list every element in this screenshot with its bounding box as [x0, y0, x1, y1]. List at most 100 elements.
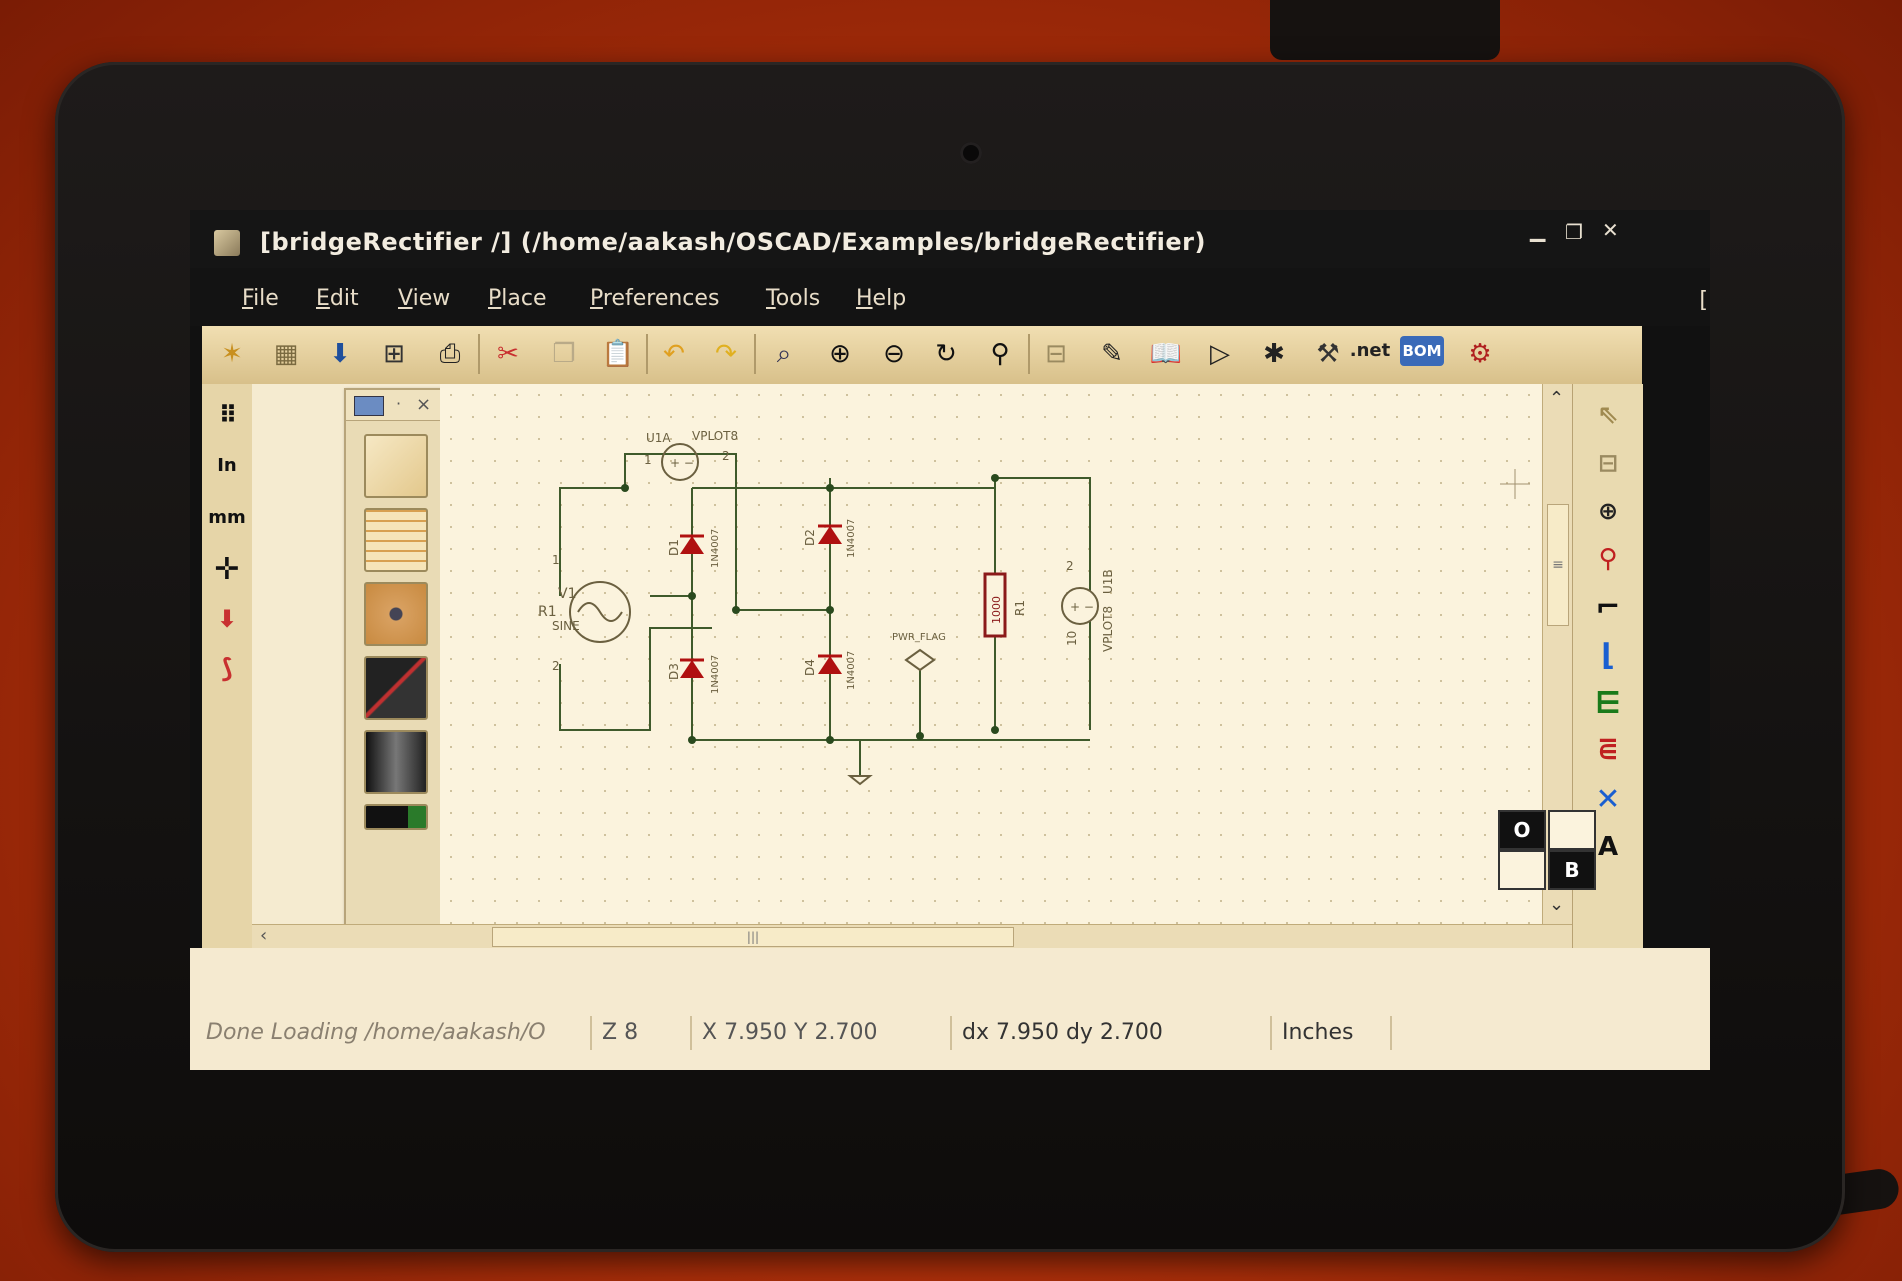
label-pin2-top: 2 — [722, 449, 730, 463]
palette-header: · × — [346, 390, 442, 421]
scroll-thumb[interactable]: ≡ — [1547, 504, 1569, 626]
place-wire-icon[interactable]: ⌐ — [1585, 586, 1631, 628]
cut-icon[interactable]: ✂ — [486, 332, 530, 376]
net-label[interactable]: .net — [1348, 328, 1392, 372]
netlist-icon[interactable]: ⚒ — [1306, 332, 1350, 376]
wire-bus-entry-icon[interactable]: ⋿ — [1585, 682, 1631, 724]
library-editor-icon[interactable]: ✎ — [1090, 332, 1134, 376]
schematic-drawing: + − + − U1A VPLOT8 1 2 V1 R1 SINE 1 2 D1… — [538, 429, 1530, 786]
title-bar: [bridgeRectifier /] (/home/aakash/OSCAD/… — [190, 210, 1710, 268]
palette-menu-icon[interactable]: · — [396, 394, 401, 413]
probe-u1a-plus: + − — [670, 456, 694, 470]
diode-d3 — [680, 660, 704, 678]
new-sheet-icon[interactable]: ▦ — [264, 332, 308, 376]
junction — [688, 592, 696, 600]
grid-toggle-icon[interactable]: ⠿ — [206, 394, 248, 436]
place-bus-icon[interactable]: ⌊ — [1585, 634, 1631, 676]
copy-icon[interactable]: ❐ — [542, 332, 586, 376]
cursor-shape-icon[interactable]: ✛ — [206, 548, 248, 590]
menu-view[interactable]: View — [398, 286, 450, 311]
erc-icon[interactable]: ✱ — [1252, 332, 1296, 376]
camera-icon — [960, 142, 982, 164]
show-pins-icon[interactable]: ⬇ — [206, 598, 248, 640]
hierarchy-nav-icon[interactable]: ⊟ — [1585, 442, 1631, 484]
horizontal-scrollbar[interactable]: ‹ ||| — [252, 924, 1572, 949]
palette-window-icon — [354, 396, 384, 416]
zoom-out-icon[interactable]: ⊖ — [872, 332, 916, 376]
close-button[interactable]: ✕ — [1602, 218, 1619, 242]
restore-button[interactable]: ❐ — [1565, 220, 1583, 244]
bom-label[interactable]: BOM — [1400, 336, 1444, 366]
hscroll-thumb[interactable]: ||| — [492, 927, 1014, 947]
undo-icon[interactable]: ↶ — [652, 332, 696, 376]
junction — [826, 736, 834, 744]
units-inch-button[interactable]: In — [206, 444, 248, 486]
page-settings-icon[interactable]: ⊞ — [372, 332, 416, 376]
redraw-icon[interactable]: ↻ — [924, 332, 968, 376]
annotate-icon[interactable]: ▷ — [1198, 332, 1242, 376]
window-title: [bridgeRectifier /] (/home/aakash/OSCAD/… — [260, 228, 1206, 256]
palette-photo-thumb[interactable] — [364, 730, 428, 794]
label-d4-part: 1N4007 — [846, 651, 857, 690]
find-icon[interactable]: ⌕ — [762, 332, 806, 376]
redo-icon[interactable]: ↷ — [704, 332, 748, 376]
label-u1b-pin10: 10 — [1065, 631, 1079, 646]
cable-top — [1270, 0, 1500, 60]
scroll-down-icon[interactable]: ⌄ — [1549, 894, 1564, 915]
junction — [991, 726, 999, 734]
hierarchy-icon[interactable]: ⊟ — [1034, 332, 1078, 376]
mode-box-empty-top[interactable] — [1548, 810, 1596, 850]
menu-preferences[interactable]: Preferences — [590, 286, 719, 311]
label-u1b-pin2: 2 — [1066, 559, 1074, 573]
status-bar: Done Loading /home/aakash/O Z 8 X 7.950 … — [190, 948, 1710, 1070]
units-mm-button[interactable]: mm — [206, 496, 248, 538]
menu-edit[interactable]: Edit — [316, 286, 359, 311]
side-panel — [252, 384, 344, 948]
toolbar-separator — [646, 334, 648, 374]
zoom-fit-icon[interactable]: ⚲ — [978, 332, 1022, 376]
label-sine: SINE — [552, 619, 580, 633]
diode-d2 — [818, 526, 842, 544]
work-area: ⠿ In mm ✛ ⬇ ⟆ · × + − + − U1A VPLOT8 1 2… — [202, 384, 1643, 949]
junction — [621, 484, 629, 492]
save-icon[interactable]: ⬇ — [318, 332, 362, 376]
label-u1a: U1A — [646, 431, 671, 445]
mode-box-o[interactable]: O — [1498, 810, 1546, 850]
minimize-button[interactable]: ▁ — [1530, 218, 1545, 242]
new-schematic-icon[interactable]: ✶ — [210, 332, 254, 376]
menu-tools[interactable]: Tools — [766, 286, 820, 311]
label-r1-res: R1 — [1013, 600, 1027, 616]
palette-schematic-thumb[interactable] — [364, 434, 428, 498]
menu-file[interactable]: File — [242, 286, 279, 311]
ac-source — [569, 581, 631, 643]
label-d4: D4 — [803, 659, 817, 676]
mode-box-empty-bottom[interactable] — [1498, 850, 1546, 890]
place-component-icon[interactable]: ⊕ — [1585, 490, 1631, 532]
paste-icon[interactable]: 📋 — [596, 332, 640, 376]
schematic-canvas[interactable]: + − + − U1A VPLOT8 1 2 V1 R1 SINE 1 2 D1… — [440, 384, 1542, 924]
pcb-icon[interactable]: ⚙ — [1458, 332, 1502, 376]
scroll-left-icon[interactable]: ‹ — [260, 925, 267, 946]
bus-bus-entry-icon[interactable]: ⋷ — [1585, 730, 1631, 772]
menu-bar: File Edit View Place Preferences Tools H… — [190, 268, 1710, 326]
scroll-up-icon[interactable]: ⌃ — [1549, 388, 1564, 409]
mode-box-b[interactable]: B — [1548, 850, 1596, 890]
label-pwr-flag: PWR_FLAG — [892, 632, 946, 643]
select-arrow-icon[interactable]: ⇖ — [1585, 394, 1631, 436]
wire-top-right — [735, 488, 830, 611]
menu-help[interactable]: Help — [856, 286, 906, 311]
palette-close-icon[interactable]: × — [416, 394, 431, 415]
zoom-in-icon[interactable]: ⊕ — [818, 332, 862, 376]
menu-place[interactable]: Place — [488, 286, 547, 311]
palette-plot-thumb[interactable] — [364, 656, 428, 720]
library-browser-icon[interactable]: 📖 — [1144, 332, 1188, 376]
junction — [732, 606, 740, 614]
palette-waveform-thumb[interactable] — [364, 508, 428, 572]
palette-component-thumb[interactable] — [364, 582, 428, 646]
palette-bar-thumb[interactable] — [364, 804, 428, 830]
wire-angle-icon[interactable]: ⟆ — [206, 648, 248, 690]
place-power-icon[interactable]: ⚲ — [1585, 538, 1631, 580]
junction — [826, 606, 834, 614]
diode-d4 — [818, 656, 842, 674]
print-icon[interactable]: ⎙ — [428, 332, 472, 376]
